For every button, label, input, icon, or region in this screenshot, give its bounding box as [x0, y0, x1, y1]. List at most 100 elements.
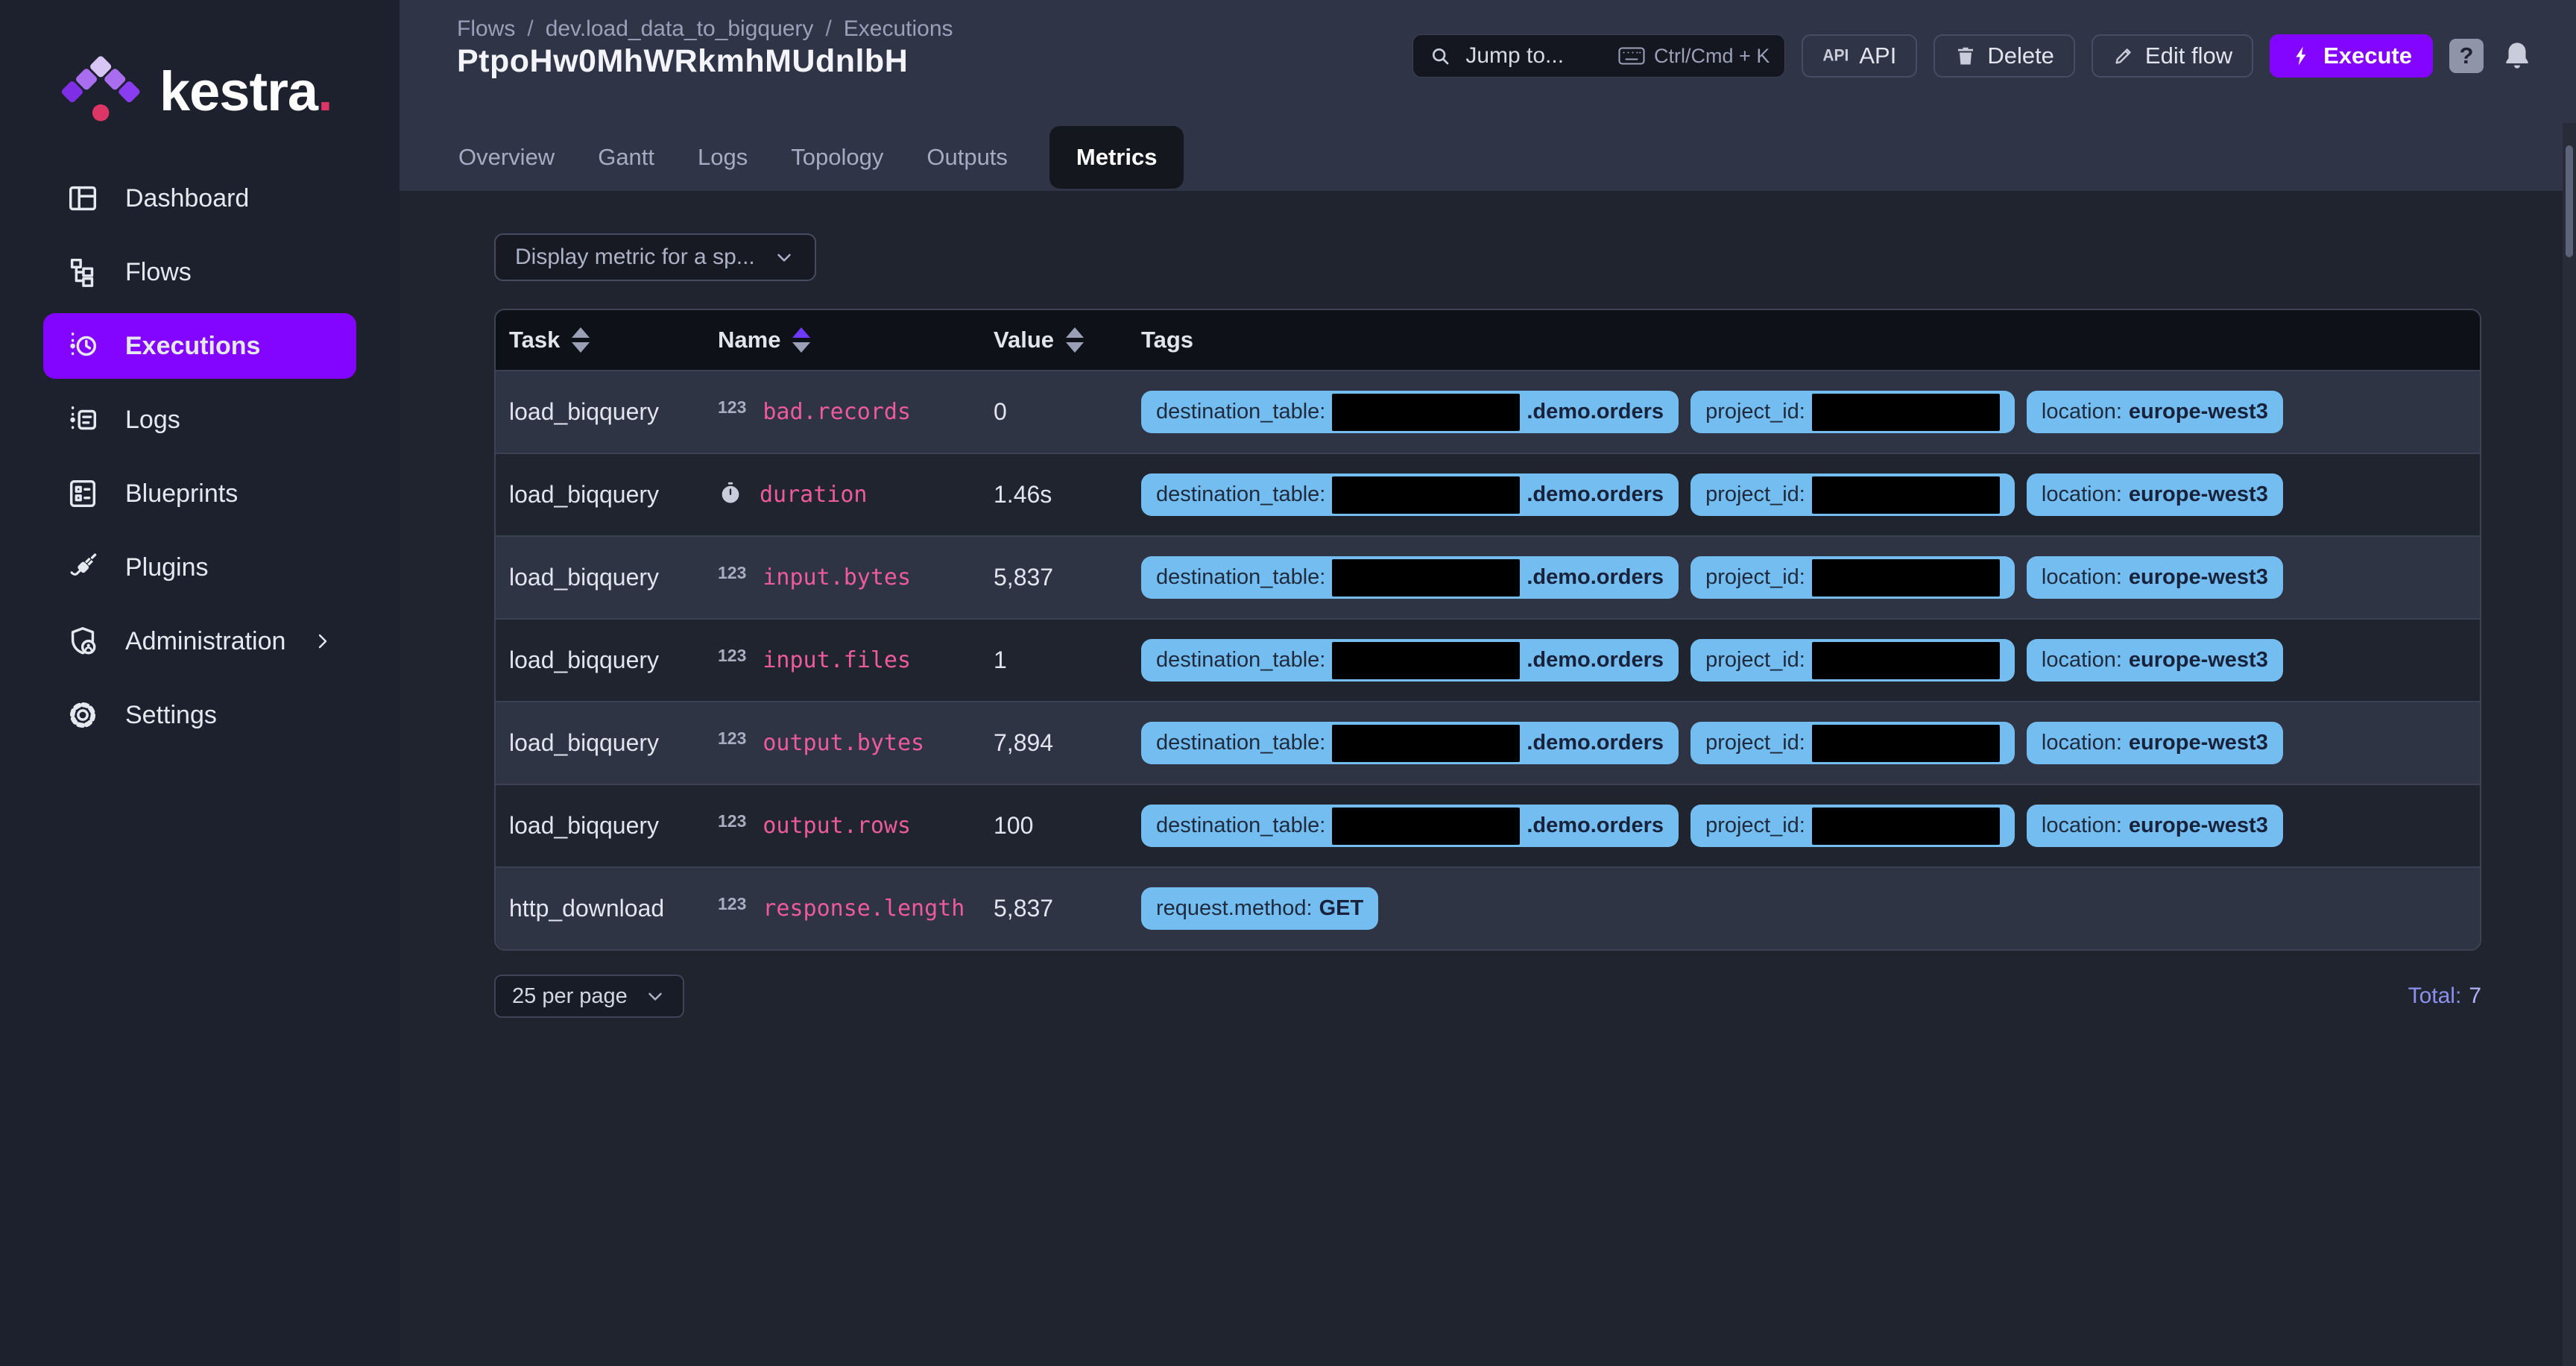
metric-name[interactable]: duration: [760, 482, 868, 508]
tag-pill: destination_table:.demo.orders: [1141, 556, 1679, 599]
scrollbar-thumb[interactable]: [2566, 145, 2573, 257]
sidebar-item-label: Flows: [125, 258, 192, 287]
metric-name[interactable]: output.rows: [763, 813, 911, 839]
chevron-down-icon: [644, 985, 666, 1007]
tag-value: GET: [1319, 896, 1364, 921]
search-input[interactable]: [1464, 43, 1606, 69]
sidebar-item-executions[interactable]: Executions: [43, 313, 356, 379]
table-row[interactable]: load_biqquery123output.rows100destinatio…: [496, 784, 2480, 866]
column-header-task[interactable]: Task: [509, 327, 718, 353]
api-button[interactable]: API API: [1802, 34, 1917, 78]
tag-pill: location:europe-west3: [2027, 473, 2283, 516]
numeric-icon: 123: [718, 733, 746, 753]
column-header-tags: Tags: [1141, 327, 2480, 353]
column-label: Value: [994, 327, 1054, 353]
total-count: Total:7: [2408, 983, 2481, 1009]
delete-button[interactable]: Delete: [1933, 34, 2075, 78]
tag-label: location:: [2042, 648, 2122, 673]
tag-label: location:: [2042, 731, 2122, 755]
sort-control[interactable]: [792, 327, 810, 353]
tab-topology[interactable]: Topology: [789, 144, 885, 171]
jump-to-search[interactable]: Ctrl/Cmd + K: [1412, 34, 1785, 78]
tab-overview[interactable]: Overview: [457, 144, 556, 171]
sort-asc-icon: [572, 327, 590, 338]
task-cell: load_biqquery: [509, 646, 718, 674]
tag-value: europe-west3: [2129, 565, 2268, 590]
tags-cell: destination_table:.demo.ordersproject_id…: [1141, 473, 2480, 516]
table-row[interactable]: http_download123response.length5,837requ…: [496, 866, 2480, 949]
table-row[interactable]: load_biqquery123bad.records0destination_…: [496, 370, 2480, 453]
numeric-icon: 123: [718, 402, 746, 422]
metric-name[interactable]: input.files: [763, 647, 911, 673]
column-label: Name: [718, 327, 780, 353]
scrollbar-track[interactable]: [2563, 123, 2576, 1366]
tag-label: destination_table:: [1156, 731, 1325, 755]
sidebar-item-label: Logs: [125, 406, 180, 435]
sidebar-item-label: Plugins: [125, 553, 209, 582]
tag-pill: destination_table:.demo.orders: [1141, 391, 1679, 433]
tag-pill: location:europe-west3: [2027, 639, 2283, 682]
metric-name[interactable]: input.bytes: [763, 564, 911, 591]
tag-pill: destination_table:.demo.orders: [1141, 805, 1679, 847]
metric-name[interactable]: bad.records: [763, 399, 911, 425]
per-page-select[interactable]: 25 per page: [494, 975, 684, 1018]
tag-label: project_id:: [1705, 565, 1805, 590]
table-row[interactable]: load_biqquery123output.bytes7,894destina…: [496, 701, 2480, 784]
sort-control[interactable]: [572, 327, 590, 353]
breadcrumb-item-flows[interactable]: Flows: [457, 16, 515, 42]
tags-cell: request.method:GET: [1141, 887, 2480, 930]
name-cell: 123output.rows: [718, 813, 994, 839]
tag-pill: destination_table:.demo.orders: [1141, 639, 1679, 682]
sidebar-item-administration[interactable]: Administration: [43, 608, 356, 674]
tag-label: request.method:: [1156, 896, 1313, 921]
administration-icon: [66, 624, 100, 658]
sort-desc-icon: [1066, 342, 1084, 353]
name-cell: duration: [718, 480, 994, 509]
table-row[interactable]: load_biqqueryduration1.46sdestination_ta…: [496, 453, 2480, 535]
edit-flow-button[interactable]: Edit flow: [2092, 34, 2253, 78]
kestra-logo[interactable]: kestra.: [0, 0, 400, 131]
tag-pill: destination_table:.demo.orders: [1141, 473, 1679, 516]
tag-pill: location:europe-west3: [2027, 722, 2283, 764]
tab-logs[interactable]: Logs: [696, 144, 749, 171]
metrics-table: TaskNameValueTags load_biqquery123bad.re…: [494, 309, 2481, 951]
tab-metrics[interactable]: Metrics: [1049, 126, 1184, 189]
column-header-name[interactable]: Name: [718, 327, 994, 353]
metric-name[interactable]: response.length: [763, 896, 965, 922]
topbar: Flows/dev.load_data_to_bigquery/Executio…: [400, 0, 2576, 191]
bell-icon[interactable]: [2500, 39, 2534, 73]
sidebar-item-logs[interactable]: Logs: [43, 387, 356, 453]
sidebar-item-dashboard[interactable]: Dashboard: [43, 166, 356, 231]
sidebar-item-label: Executions: [125, 332, 260, 361]
column-label: Tags: [1141, 327, 1193, 353]
sort-control[interactable]: [1066, 327, 1084, 353]
metric-task-select[interactable]: Display metric for a sp...: [494, 233, 816, 281]
name-cell: 123 response.length: [718, 896, 994, 922]
tab-outputs[interactable]: Outputs: [925, 144, 1009, 171]
numeric-icon: 123: [718, 650, 746, 670]
breadcrumb-separator: /: [527, 16, 533, 42]
table-row[interactable]: load_biqquery123 input.files 1destination_…: [496, 618, 2480, 701]
flows-icon: [66, 255, 100, 289]
tab-gantt[interactable]: Gantt: [596, 144, 656, 171]
sidebar-item-flows[interactable]: Flows: [43, 239, 356, 305]
breadcrumb-item-executions[interactable]: Executions: [844, 16, 953, 42]
blueprints-icon: [66, 476, 100, 511]
tag-label: destination_table:: [1156, 813, 1325, 838]
value-cell: 1: [994, 646, 1141, 674]
breadcrumb-item-dev-load-data-to-bigquery[interactable]: dev.load_data_to_bigquery: [546, 16, 814, 42]
kestra-logo-icon: [60, 51, 140, 131]
numeric-icon: 123: [718, 898, 746, 919]
table-row[interactable]: load_biqquery123input.bytes5,837destinat…: [496, 535, 2480, 618]
sidebar-item-blueprints[interactable]: Blueprints: [43, 461, 356, 526]
metric-name[interactable]: output.bytes: [763, 730, 924, 756]
column-header-value[interactable]: Value: [994, 327, 1141, 353]
executions-icon: [66, 329, 100, 363]
dashboard-icon: [66, 181, 100, 215]
redacted-value: [1812, 642, 2000, 679]
sidebar-item-plugins[interactable]: Plugins: [43, 535, 356, 600]
help-icon[interactable]: ?: [2449, 39, 2484, 73]
sidebar-item-settings[interactable]: Settings: [43, 682, 356, 748]
execute-button[interactable]: Execute: [2270, 34, 2433, 78]
per-page-label: 25 per page: [512, 984, 628, 1009]
